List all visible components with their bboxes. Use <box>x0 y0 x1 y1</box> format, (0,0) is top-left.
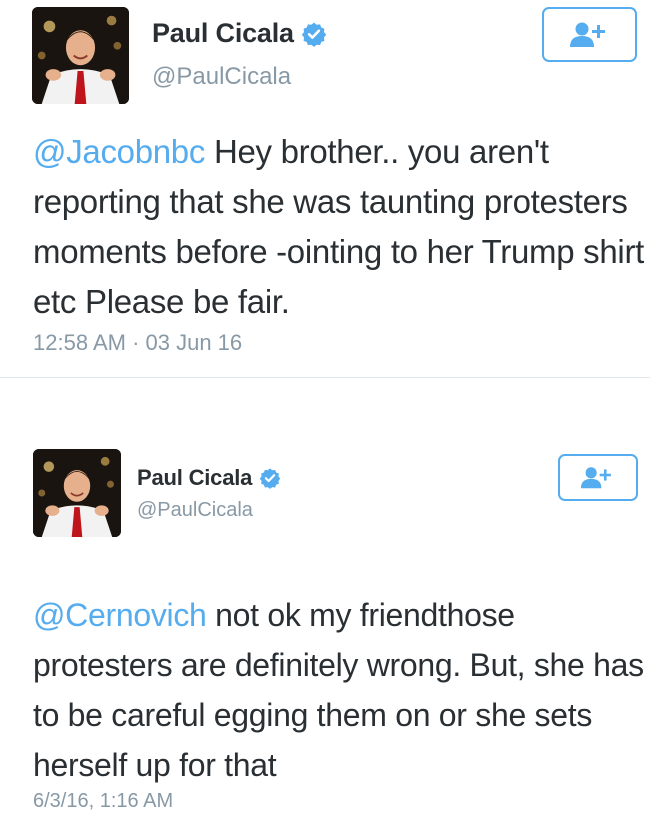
tweet-text: @Jacobnbc Hey brother.. you aren't repor… <box>33 127 645 327</box>
follow-button[interactable] <box>558 454 638 501</box>
author-name[interactable]: Paul Cicala <box>137 465 252 491</box>
author-row: Paul Cicala <box>137 465 281 491</box>
avatar[interactable] <box>33 449 121 537</box>
mention-link[interactable]: @Cernovich <box>33 597 207 633</box>
timestamp[interactable]: 6/3/16, 1:16 AM <box>33 790 173 813</box>
author-name[interactable]: Paul Cicala <box>152 18 294 49</box>
author-handle[interactable]: @PaulCicala <box>137 499 253 522</box>
avatar[interactable] <box>32 7 129 104</box>
verified-badge-icon <box>301 21 327 47</box>
timestamp[interactable]: 12:58 AM · 03 Jun 16 <box>33 330 242 356</box>
follow-user-plus-icon <box>580 466 611 488</box>
follow-button[interactable] <box>542 7 637 62</box>
verified-badge-icon <box>259 467 281 489</box>
tweet-text: @Cernovich not ok my friendthose protest… <box>33 590 645 790</box>
author-row: Paul Cicala <box>152 18 327 49</box>
mention-link[interactable]: @Jacobnbc <box>33 133 205 170</box>
author-handle[interactable]: @PaulCicala <box>152 63 291 91</box>
follow-user-plus-icon <box>569 22 605 47</box>
tweet-card: Paul Cicala @PaulCicala @Jacobnbc Hey br… <box>0 0 650 378</box>
tweet-card: Paul Cicala @PaulCicala @Cernovich not o… <box>0 440 650 824</box>
divider <box>0 377 650 378</box>
